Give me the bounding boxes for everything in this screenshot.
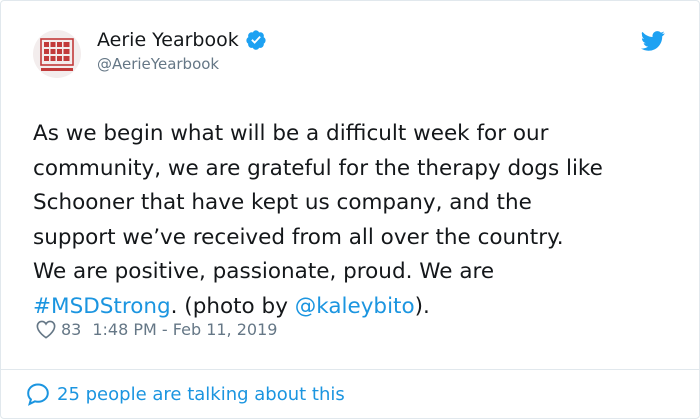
tweet-header: Aerie Yearbook @AerieYearbook [33, 27, 669, 78]
author-display-name-row[interactable]: Aerie Yearbook [97, 27, 267, 53]
comment-bubble-icon [27, 383, 49, 406]
tweet-text-part: As we begin what will be a difficult wee… [33, 121, 603, 284]
tweet-text-part: . (photo by [170, 293, 295, 319]
like-count[interactable]: 83 [61, 320, 81, 339]
author-handle[interactable]: @AerieYearbook [97, 53, 267, 75]
yearbook-logo-icon [40, 38, 74, 71]
hashtag-link[interactable]: #MSDStrong [33, 294, 171, 319]
divider [1, 369, 699, 370]
avatar[interactable] [33, 30, 81, 78]
twitter-bird-icon[interactable] [641, 31, 665, 51]
tweet-meta: 83 1:48 PM - Feb 11, 2019 [35, 319, 277, 339]
conversation-label[interactable]: 25 people are talking about this [57, 384, 345, 405]
tweet-text: As we begin what will be a difficult wee… [33, 117, 683, 324]
tweet-text-part: ). [414, 293, 430, 319]
author-names: Aerie Yearbook @AerieYearbook [97, 27, 267, 75]
conversation-link[interactable]: 25 people are talking about this [25, 381, 345, 407]
mention-link[interactable]: @kaleybito [295, 294, 415, 319]
verified-badge-icon [246, 30, 266, 50]
tweet-timestamp[interactable]: 1:48 PM - Feb 11, 2019 [92, 320, 277, 339]
heart-icon[interactable] [35, 319, 57, 339]
author-display-name[interactable]: Aerie Yearbook [97, 27, 239, 53]
tweet-card: Aerie Yearbook @AerieYearbook As we begi… [0, 0, 700, 419]
